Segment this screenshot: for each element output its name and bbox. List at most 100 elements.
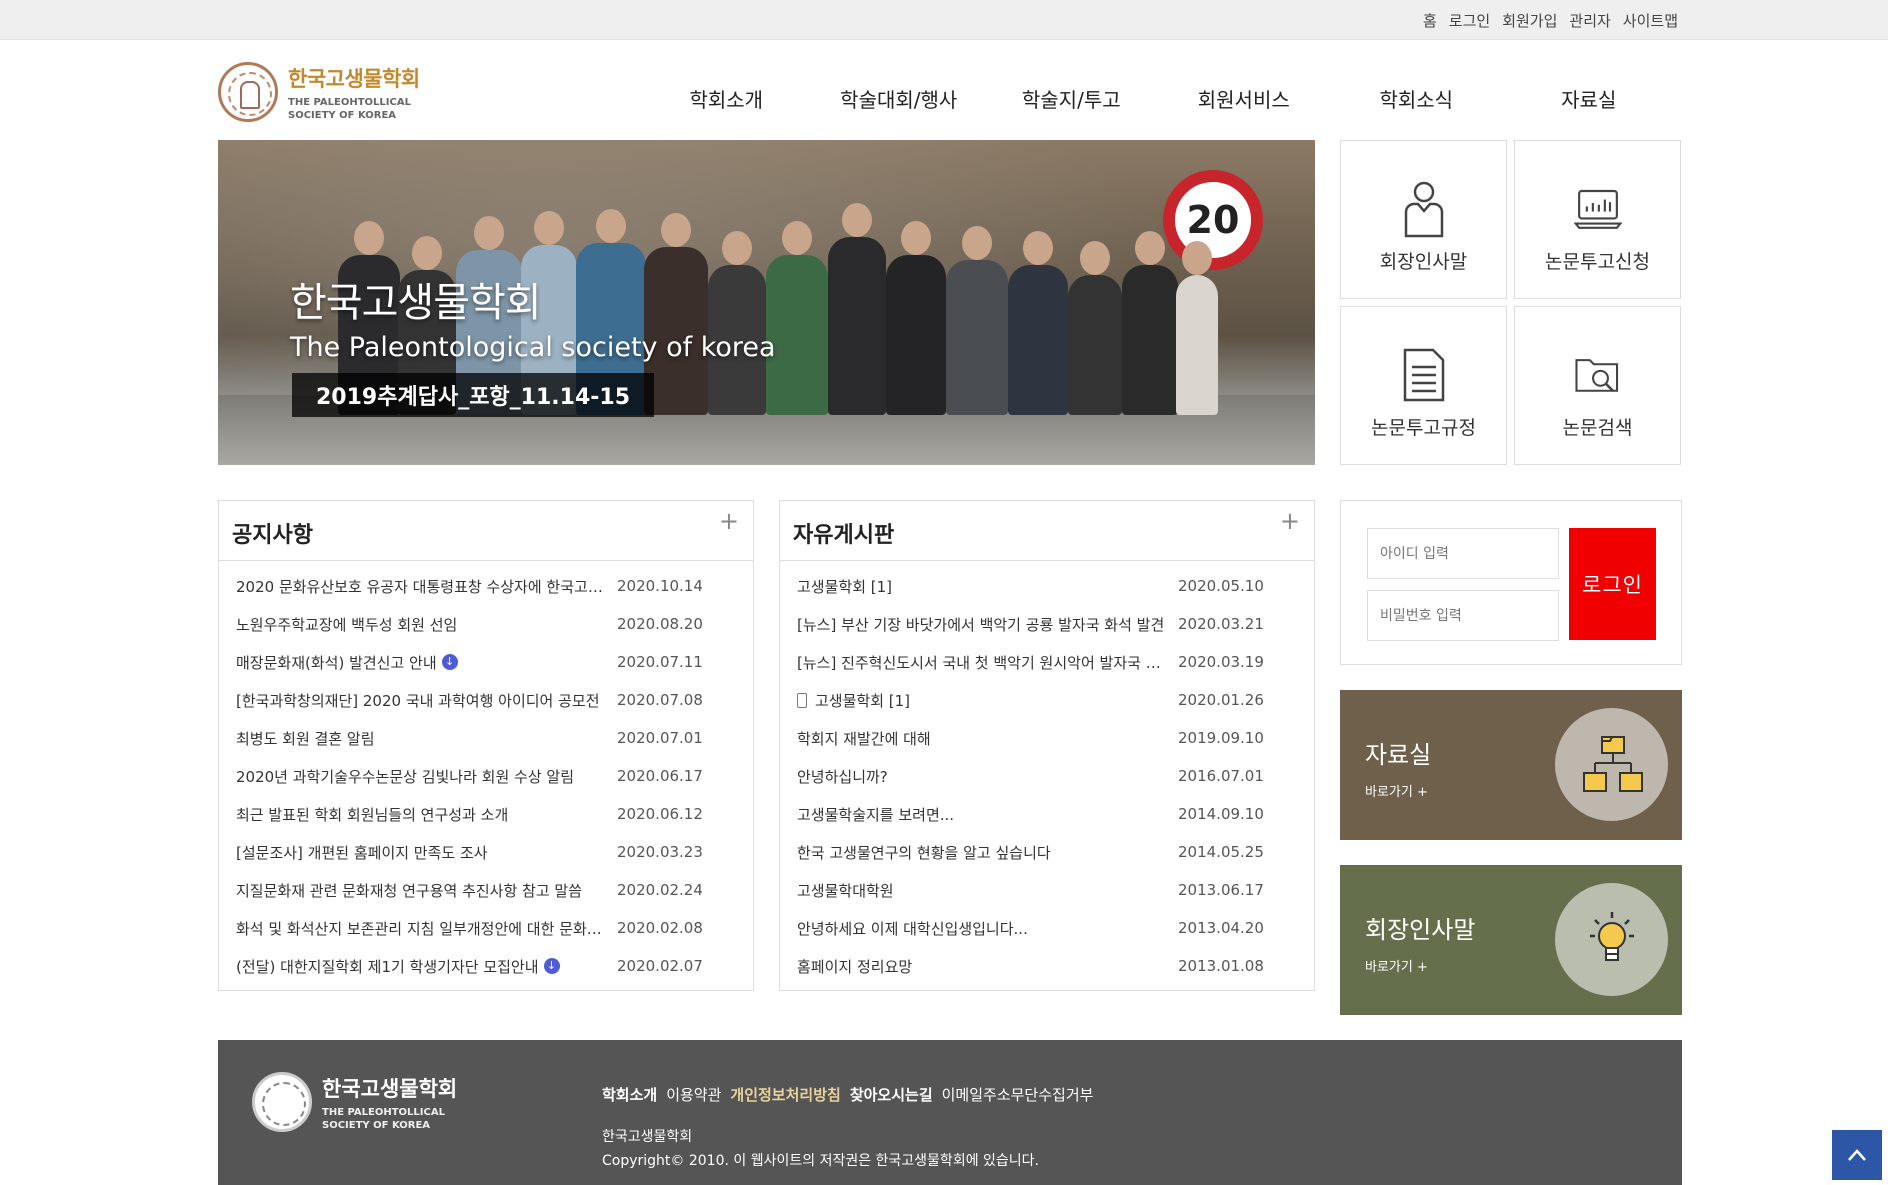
banner-link[interactable]: 바로가기 + (1365, 956, 1428, 975)
quick-greeting[interactable]: 회장인사말 (1340, 140, 1507, 299)
post-title-cell: 학회지 재발간에 대해 (780, 728, 1168, 749)
quick-submit-paper[interactable]: 논문투고신청 (1514, 140, 1681, 299)
nav-item-about[interactable]: 학회소개 (640, 84, 813, 113)
post-title-cell: 고생물학회 [1] (780, 576, 1168, 597)
post-title-cell: 2020년 과학기술우수논문상 김빛나라 회원 수상 알림 (219, 766, 607, 787)
person (1176, 241, 1218, 415)
free-board-list: 고생물학회 [1] 2020.05.10 [뉴스] 부산 기장 바닷가에서 백악기 … (780, 561, 1314, 985)
post-title-cell: 최근 발표된 학회 회원님들의 연구성과 소개 (219, 804, 607, 825)
list-item[interactable]: [한국과학창의재단] 2020 국내 과학여행 아이디어 공모전 2020.07.… (219, 681, 753, 719)
post-title: 지질문화재 관련 문화재청 연구용역 추진사항 참고 말씀 (236, 881, 583, 900)
mobile-icon (797, 692, 807, 708)
list-item[interactable]: 학회지 재발간에 대해 2019.09.10 (780, 719, 1314, 757)
notice-board: 공지사항 + 2020 문화유산보호 유공자 대통령표창 수상자에 한국고생물학… (218, 500, 754, 991)
quick-submission-rules[interactable]: 논문투고규정 (1340, 306, 1507, 465)
password-input[interactable] (1367, 590, 1559, 641)
lightbulb-icon (1555, 883, 1668, 996)
quick-paper-search[interactable]: 논문검색 (1514, 306, 1681, 465)
post-date: 2020.03.19 (1178, 653, 1264, 671)
list-item[interactable]: 고생물학회 [1] 2020.05.10 (780, 567, 1314, 605)
footer-name-ko: 한국고생물학회 (322, 1076, 458, 1101)
list-item[interactable]: 2020년 과학기술우수논문상 김빛나라 회원 수상 알림 2020.06.17 (219, 757, 753, 795)
person (1068, 241, 1122, 415)
laptop-chart-icon (1573, 179, 1622, 239)
id-input[interactable] (1367, 528, 1559, 579)
post-date: 2020.03.23 (617, 843, 703, 861)
logo-name-en: THE PALEOHTOLLICAL SOCIETY OF KOREA (288, 96, 411, 121)
list-item[interactable]: [뉴스] 진주혁신도시서 국내 첫 백악기 원시악어 발자국 화석 2020.03… (780, 643, 1314, 681)
post-title-cell: 매장문화재(화석) 발견신고 안내 ↓ (219, 652, 607, 673)
post-date: 2016.07.01 (1178, 767, 1264, 785)
notice-list: 2020 문화유산보호 유공자 대통령표창 수상자에 한국고생물학회 회원 선정… (219, 561, 753, 985)
archive-banner[interactable]: 자료실 바로가기 + (1340, 690, 1682, 840)
post-title: 학회지 재발간에 대해 (797, 729, 931, 748)
post-date: 2020.05.10 (1178, 577, 1264, 595)
banner-link[interactable]: 바로가기 + (1365, 781, 1428, 800)
post-date: 2014.05.25 (1178, 843, 1264, 861)
login-button[interactable]: 로그인 (1569, 528, 1656, 640)
site-logo[interactable]: 한국고생물학회 THE PALEOHTOLLICAL SOCIETY OF KO… (218, 60, 438, 124)
hero-title: 한국고생물학회 (290, 280, 542, 326)
quick-label: 회장인사말 (1379, 251, 1468, 273)
post-title: 최병도 회원 결혼 알림 (236, 729, 375, 748)
post-title: 2020 문화유산보호 유공자 대통령표창 수상자에 한국고생물학회 회원 선정 (236, 577, 607, 596)
list-item[interactable]: 화석 및 화석산지 보존관리 지침 일부개정안에 대한 문화재청 의견수렴 202… (219, 909, 753, 947)
list-item[interactable]: 고생물학술지를 보려면... 2014.09.10 (780, 795, 1314, 833)
list-item[interactable]: 최병도 회원 결혼 알림 2020.07.01 (219, 719, 753, 757)
list-item[interactable]: (전달) 대한지질학회 제1기 학생기자단 모집안내 ↓ 2020.02.07 (219, 947, 753, 985)
list-item[interactable]: 매장문화재(화석) 발견신고 안내 ↓ 2020.07.11 (219, 643, 753, 681)
home-link[interactable]: 홈 (1423, 10, 1437, 31)
notice-title: 공지사항 (232, 523, 313, 548)
footer-link-privacy[interactable]: 개인정보처리방침 (730, 1084, 840, 1105)
post-title-cell: 고생물학술지를 보려면... (780, 804, 1168, 825)
footer-copyright: Copyright© 2010. 이 웹사이트의 저작권은 한국고생물학회에 있… (602, 1153, 1039, 1169)
list-item[interactable]: 고생물학회 [1] 2020.01.26 (780, 681, 1314, 719)
footer-link-email-refusal[interactable]: 이메일주소무단수집거부 (942, 1084, 1094, 1105)
free-board-more-button[interactable]: + (1280, 507, 1300, 535)
join-link[interactable]: 회원가입 (1502, 10, 1557, 31)
nav-item-journal[interactable]: 학술지/투고 (985, 84, 1158, 113)
notice-more-button[interactable]: + (719, 507, 739, 535)
nav-item-archive[interactable]: 자료실 (1503, 84, 1676, 113)
sitemap-link[interactable]: 사이트맵 (1623, 10, 1678, 31)
list-item[interactable]: 안녕하세요 이제 대학신입생입니다... 2013.04.20 (780, 909, 1314, 947)
post-title-cell: [뉴스] 진주혁신도시서 국내 첫 백악기 원시악어 발자국 화석 (780, 652, 1168, 673)
list-item[interactable]: 고생물학대학원 2013.06.17 (780, 871, 1314, 909)
list-item[interactable]: 2020 문화유산보호 유공자 대통령표창 수상자에 한국고생물학회 회원 선정… (219, 567, 753, 605)
post-title: 고생물학회 [1] (797, 577, 893, 596)
download-icon: ↓ (441, 654, 458, 670)
nav-item-member[interactable]: 회원서비스 (1158, 84, 1331, 113)
list-item[interactable]: [설문조사] 개편된 홈페이지 만족도 조사 2020.03.23 (219, 833, 753, 871)
footer-link-about[interactable]: 학회소개 (602, 1084, 657, 1105)
post-title-cell: 안녕하세요 이제 대학신입생입니다... (780, 918, 1168, 939)
list-item[interactable]: 최근 발표된 학회 회원님들의 연구성과 소개 2020.06.12 (219, 795, 753, 833)
list-item[interactable]: 안녕하십니까? 2016.07.01 (780, 757, 1314, 795)
quick-label: 논문검색 (1562, 417, 1633, 439)
post-title: 안녕하십니까? (797, 767, 888, 786)
nav-item-events[interactable]: 학술대회/행사 (813, 84, 986, 113)
nav-item-news[interactable]: 학회소식 (1330, 84, 1503, 113)
post-date: 2020.07.08 (617, 691, 703, 709)
main-nav: 학회소개 학술대회/행사 학술지/투고 회원서비스 학회소식 자료실 (640, 84, 1675, 113)
hero-subtitle: The Paleontological society of korea (290, 332, 776, 363)
admin-link[interactable]: 관리자 (1569, 10, 1610, 31)
post-date: 2020.07.11 (617, 653, 703, 671)
footer-link-terms[interactable]: 이용약관 (666, 1084, 721, 1105)
post-date: 2020.03.21 (1178, 615, 1264, 633)
list-item[interactable]: 지질문화재 관련 문화재청 연구용역 추진사항 참고 말씀 2020.02.24 (219, 871, 753, 909)
person (886, 221, 946, 415)
post-date: 2013.04.20 (1178, 919, 1264, 937)
back-to-top-button[interactable] (1832, 1130, 1882, 1180)
post-title-cell: 홈페이지 정리요망 (780, 956, 1168, 977)
login-link[interactable]: 로그인 (1449, 10, 1490, 31)
banner-title: 회장인사말 (1365, 916, 1476, 944)
post-title: 안녕하세요 이제 대학신입생입니다... (797, 919, 1028, 938)
document-icon (1400, 345, 1448, 405)
list-item[interactable]: 한국 고생물연구의 현황을 알고 싶습니다 2014.05.25 (780, 833, 1314, 871)
post-title-cell: 고생물학대학원 (780, 880, 1168, 901)
list-item[interactable]: [뉴스] 부산 기장 바닷가에서 백악기 공룡 발자국 화석 발견 2020.03… (780, 605, 1314, 643)
footer-link-directions[interactable]: 찾아오시는길 (850, 1084, 933, 1105)
list-item[interactable]: 홈페이지 정리요망 2013.01.08 (780, 947, 1314, 985)
greeting-banner[interactable]: 회장인사말 바로가기 + (1340, 865, 1682, 1015)
list-item[interactable]: 노원우주학교장에 백두성 회원 선임 2020.08.20 (219, 605, 753, 643)
